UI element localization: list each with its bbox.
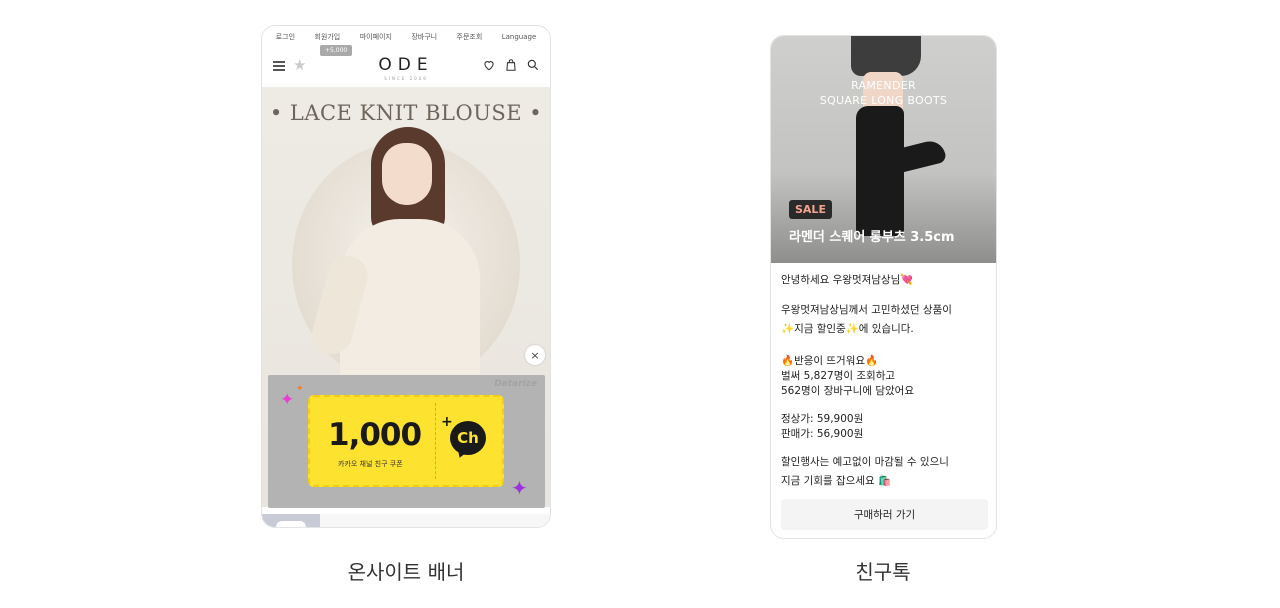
message-line: ✨지금 할인중✨에 있습니다. <box>781 323 914 335</box>
message-line: 할인행사는 예고없이 마감될 수 있으니 <box>781 456 949 468</box>
message-line: 우왕멋져남상님께서 고민하셨던 상품이 <box>781 304 952 316</box>
brand-logo-subtitle: SINCE 2009 <box>384 76 428 81</box>
search-icon[interactable] <box>526 58 540 72</box>
onsite-banner-phone: 로그인 회원가입 마이페이지 장바구니 주문조회 Language +5,000… <box>261 25 551 528</box>
nav-login[interactable]: 로그인 <box>276 32 295 42</box>
model-skirt <box>851 36 921 76</box>
banner-title-line2: SQUARE LONG BOOTS <box>819 94 948 107</box>
message-line: 지금 기회를 잡으세요 🛍️ <box>781 475 892 487</box>
nav-cart[interactable]: 장바구니 <box>411 32 437 42</box>
banner-title: RAMENDER SQUARE LONG BOOTS <box>771 78 996 108</box>
hero-title: • LACE KNIT BLOUSE • <box>269 101 543 125</box>
close-icon[interactable]: × <box>525 345 545 365</box>
nav-order-lookup[interactable]: 주문조회 <box>457 32 483 42</box>
sparkle-icon: ✦ <box>280 390 295 410</box>
top-nav: 로그인 회원가입 마이페이지 장바구니 주문조회 Language <box>262 26 550 48</box>
message-line: 벌써 5,827명이 조회하고 <box>781 370 896 382</box>
caption-friendtalk: 친구톡 <box>855 560 911 584</box>
plus-icon: + <box>441 414 453 430</box>
panel-watermark: Datarize <box>494 379 537 389</box>
nav-mypage[interactable]: 마이페이지 <box>360 32 392 42</box>
bottom-tab[interactable] <box>262 514 320 527</box>
message-line: 562명이 장바구니에 담았어요 <box>781 385 914 397</box>
bottom-strip <box>262 514 550 527</box>
model-blouse <box>340 219 480 389</box>
coupon-amount: 1,000 <box>328 417 422 453</box>
message-line: 🔥반응이 뜨거워요🔥 <box>781 355 879 367</box>
sale-badge: SALE <box>789 200 832 219</box>
sale-price: 판매가: 56,900원 <box>781 428 864 440</box>
bag-icon[interactable] <box>504 58 518 72</box>
coupon-popup[interactable]: Datarize ✦ ✦ ✦ 1,000 카카오 채널 친구 쿠폰 + Ch <box>268 375 545 508</box>
coupon-ticket[interactable]: 1,000 카카오 채널 친구 쿠폰 + Ch <box>308 395 504 487</box>
friendtalk-phone: RAMENDER SQUARE LONG BOOTS SALE 라멘더 스퀘어 … <box>770 35 997 539</box>
kakao-channel-icon: Ch <box>450 421 486 455</box>
heart-icon[interactable] <box>482 58 496 72</box>
nav-language[interactable]: Language <box>502 33 537 41</box>
banner-title-line1: RAMENDER <box>851 79 916 92</box>
product-image[interactable]: RAMENDER SQUARE LONG BOOTS SALE 라멘더 스퀘어 … <box>771 36 996 263</box>
product-name: 라멘더 스퀘어 롱부츠 3.5cm <box>789 230 955 245</box>
buy-button[interactable]: 구매하러 가기 <box>781 499 988 530</box>
caption-onsite-banner: 온사이트 배너 <box>347 560 465 584</box>
ticket-divider <box>435 403 436 479</box>
sparkle-icon: ✦ <box>511 476 528 500</box>
coupon-label: 카카오 채널 친구 쿠폰 <box>338 460 403 468</box>
greeting-text: 안녕하세요 우왕멋져남상님💘 <box>781 274 914 286</box>
site-header: ★ ODE SINCE 2009 <box>262 54 550 88</box>
model-face <box>382 143 432 205</box>
regular-price: 정상가: 59,900원 <box>781 413 864 425</box>
sparkle-icon: ✦ <box>296 384 304 394</box>
nav-signup[interactable]: 회원가입 <box>314 32 340 42</box>
